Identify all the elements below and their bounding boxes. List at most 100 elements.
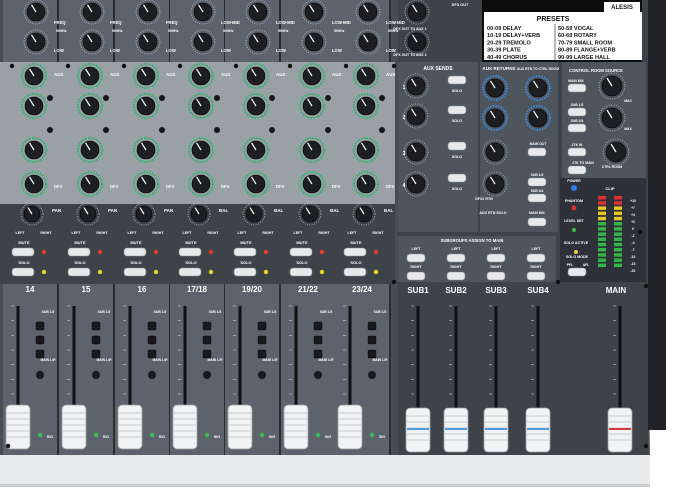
mute-button[interactable] bbox=[67, 247, 91, 257]
meter-segment-left bbox=[598, 201, 606, 205]
pre-post-switch[interactable] bbox=[269, 127, 275, 133]
pre-post-switch[interactable] bbox=[325, 127, 331, 133]
label: RIGHT bbox=[530, 265, 542, 269]
main-out-button[interactable] bbox=[527, 147, 547, 157]
assign-button[interactable] bbox=[257, 335, 267, 345]
assign-right-button[interactable] bbox=[446, 271, 466, 281]
aux-send-solo-button[interactable] bbox=[447, 75, 467, 85]
fader-cap[interactable] bbox=[172, 404, 198, 450]
sub12-rtn-button[interactable] bbox=[527, 177, 547, 187]
mute-button[interactable] bbox=[289, 247, 313, 257]
2tk-in-button[interactable] bbox=[567, 147, 587, 157]
assign-button[interactable] bbox=[91, 349, 101, 359]
pfl-button[interactable] bbox=[203, 371, 211, 379]
solo-button[interactable] bbox=[233, 267, 257, 277]
mute-button[interactable] bbox=[11, 247, 35, 257]
solo-mode-button[interactable] bbox=[567, 267, 587, 277]
mute-button[interactable] bbox=[123, 247, 147, 257]
solo-button[interactable] bbox=[343, 267, 367, 277]
mute-button[interactable] bbox=[233, 247, 257, 257]
assign-right-button[interactable] bbox=[486, 271, 506, 281]
aux-send-solo-button[interactable] bbox=[447, 141, 467, 151]
sub34-rtn-button[interactable] bbox=[527, 193, 547, 203]
pre-post-switch[interactable] bbox=[159, 127, 165, 133]
panel-screw bbox=[121, 63, 127, 69]
assign-right-button[interactable] bbox=[526, 271, 546, 281]
label: 500Hz bbox=[56, 29, 67, 33]
pre-post-switch[interactable] bbox=[379, 127, 385, 133]
main-mix-source-button[interactable] bbox=[567, 83, 587, 93]
assign-left-button[interactable] bbox=[446, 253, 466, 263]
assign-button[interactable] bbox=[367, 321, 377, 331]
fader-cap[interactable] bbox=[61, 404, 87, 450]
assign-left-button[interactable] bbox=[486, 253, 506, 263]
assign-button[interactable] bbox=[91, 321, 101, 331]
mute-button[interactable] bbox=[343, 247, 367, 257]
2tk-to-main-button[interactable] bbox=[567, 165, 587, 175]
solo-button[interactable] bbox=[123, 267, 147, 277]
pre-post-switch[interactable] bbox=[379, 95, 385, 101]
label: LEVEL SET bbox=[564, 219, 584, 223]
solo-button[interactable] bbox=[178, 267, 202, 277]
label: LOW bbox=[110, 48, 120, 53]
fader-cap[interactable] bbox=[227, 404, 253, 450]
label: AUX bbox=[166, 72, 176, 77]
solo-button[interactable] bbox=[67, 267, 91, 277]
solo-active-led bbox=[574, 250, 578, 254]
assign-button[interactable] bbox=[313, 349, 323, 359]
pfl-button[interactable] bbox=[36, 371, 44, 379]
assign-button[interactable] bbox=[35, 349, 45, 359]
assign-button[interactable] bbox=[35, 335, 45, 345]
solo-button[interactable] bbox=[289, 267, 313, 277]
assign-button[interactable] bbox=[35, 321, 45, 331]
panel-screw bbox=[555, 279, 561, 285]
label: DFX bbox=[332, 184, 341, 189]
assign-button[interactable] bbox=[367, 335, 377, 345]
assign-button[interactable] bbox=[202, 321, 212, 331]
pre-post-switch[interactable] bbox=[47, 127, 53, 133]
pfl-button[interactable] bbox=[314, 371, 322, 379]
label: DFX OUT TO AUX 1 bbox=[393, 27, 426, 31]
fader-cap[interactable] bbox=[5, 404, 31, 450]
label: PAN bbox=[164, 208, 173, 213]
assign-right-button[interactable] bbox=[406, 271, 426, 281]
pre-post-switch[interactable] bbox=[103, 127, 109, 133]
assign-button[interactable] bbox=[313, 321, 323, 331]
fader-cap[interactable] bbox=[337, 404, 363, 450]
sub34-source-button[interactable] bbox=[567, 123, 587, 133]
solo-button[interactable] bbox=[11, 267, 35, 277]
pfl-button[interactable] bbox=[258, 371, 266, 379]
aux-send-solo-button[interactable] bbox=[447, 105, 467, 115]
assign-button[interactable] bbox=[367, 349, 377, 359]
label: DFX bbox=[221, 184, 230, 189]
assign-button[interactable] bbox=[147, 321, 157, 331]
assign-button[interactable] bbox=[202, 349, 212, 359]
pre-post-switch[interactable] bbox=[47, 95, 53, 101]
fader-cap[interactable] bbox=[283, 404, 309, 450]
assign-left-button[interactable] bbox=[406, 253, 426, 263]
pre-post-switch[interactable] bbox=[269, 95, 275, 101]
aux-send-solo-button[interactable] bbox=[447, 173, 467, 183]
pre-post-switch[interactable] bbox=[325, 95, 331, 101]
pre-post-switch[interactable] bbox=[159, 95, 165, 101]
assign-button[interactable] bbox=[147, 349, 157, 359]
pfl-button[interactable] bbox=[368, 371, 376, 379]
pfl-button[interactable] bbox=[92, 371, 100, 379]
main-mix-rtn-button[interactable] bbox=[527, 217, 547, 227]
sub12-source-button[interactable] bbox=[567, 107, 587, 117]
pfl-button[interactable] bbox=[148, 371, 156, 379]
pre-post-switch[interactable] bbox=[214, 95, 220, 101]
fader-cap[interactable] bbox=[117, 404, 143, 450]
assign-button[interactable] bbox=[147, 335, 157, 345]
assign-button[interactable] bbox=[91, 335, 101, 345]
pre-post-switch[interactable] bbox=[214, 127, 220, 133]
assign-left-button[interactable] bbox=[526, 253, 546, 263]
assign-button[interactable] bbox=[202, 335, 212, 345]
assign-button[interactable] bbox=[257, 321, 267, 331]
mute-button[interactable] bbox=[178, 247, 202, 257]
solo-led bbox=[263, 269, 269, 275]
fader-stripe bbox=[445, 428, 467, 430]
assign-button[interactable] bbox=[313, 335, 323, 345]
assign-button[interactable] bbox=[257, 349, 267, 359]
pre-post-switch[interactable] bbox=[103, 95, 109, 101]
